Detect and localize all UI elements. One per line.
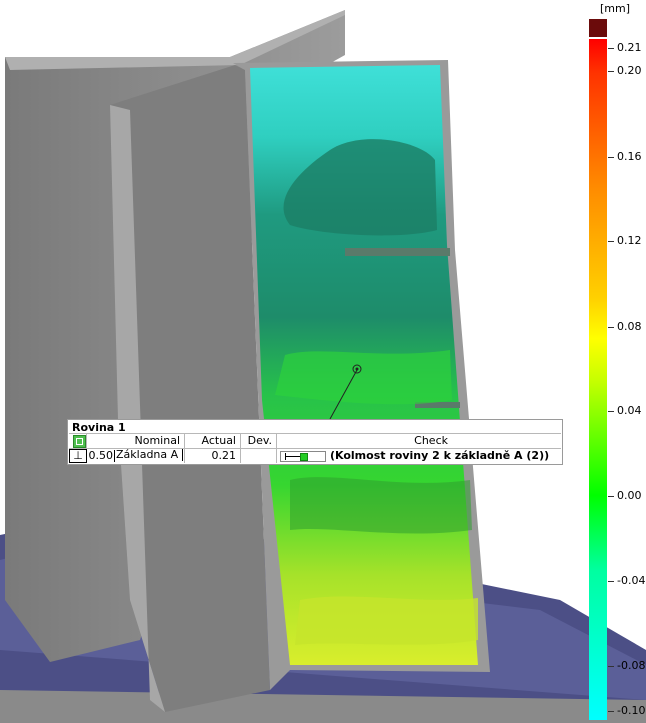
face-patch <box>295 596 478 645</box>
scale-tick-label: 0.04 <box>617 404 642 417</box>
scale-tick <box>608 496 614 497</box>
actual-value: 0.21 <box>211 449 237 462</box>
3d-part-model[interactable] <box>0 0 646 723</box>
scale-tick-label: 0.00 <box>617 489 642 502</box>
header-check: Check <box>414 434 448 447</box>
scale-tick <box>608 157 614 158</box>
measurement-callout[interactable]: Rovina 1 Nominal Actual Dev. Check ⊥ 0.5… <box>67 419 563 465</box>
face-patch <box>345 248 450 256</box>
check-gauge-marker <box>300 453 308 461</box>
scale-tick <box>608 581 614 582</box>
scale-tick <box>608 666 614 667</box>
face-patch <box>275 350 452 405</box>
scale-tick <box>608 327 614 328</box>
scale-tick-label: -0.08 <box>617 659 646 672</box>
scale-overflow-swatch <box>589 19 607 37</box>
datum-reference: Základna A <box>116 449 183 461</box>
deviation-color-scale <box>589 39 607 720</box>
scale-tick-label: 0.16 <box>617 150 642 163</box>
scale-tick <box>608 411 614 412</box>
check-description: (Kolmost roviny 2 k základně A (2)) <box>330 449 550 462</box>
dev-value <box>242 449 272 463</box>
3d-viewport[interactable]: Rovina 1 Nominal Actual Dev. Check ⊥ 0.5… <box>0 0 646 723</box>
check-gauge-fill <box>286 456 300 457</box>
header-actual: Actual <box>201 434 236 447</box>
tolerance-value: 0.50 <box>88 449 114 462</box>
scale-tick-label: -0.10 <box>617 704 646 717</box>
scale-tick <box>608 71 614 72</box>
scale-tick <box>608 711 614 712</box>
scale-unit-label: [mm] <box>600 2 631 15</box>
scale-tick-label: 0.21 <box>617 41 642 54</box>
status-indicator <box>73 435 86 448</box>
scale-tick-label: -0.04 <box>617 574 646 587</box>
check-gauge <box>280 451 326 462</box>
perpendicularity-symbol: ⊥ <box>69 449 87 463</box>
header-nominal: Nominal <box>134 434 181 447</box>
scale-tick-label: 0.20 <box>617 64 642 77</box>
scale-tick <box>608 48 614 49</box>
scale-tick-label: 0.08 <box>617 320 642 333</box>
scale-tick <box>608 241 614 242</box>
header-dev: Dev. <box>247 434 272 447</box>
face-patch <box>290 477 472 534</box>
scale-tick-label: 0.12 <box>617 234 642 247</box>
